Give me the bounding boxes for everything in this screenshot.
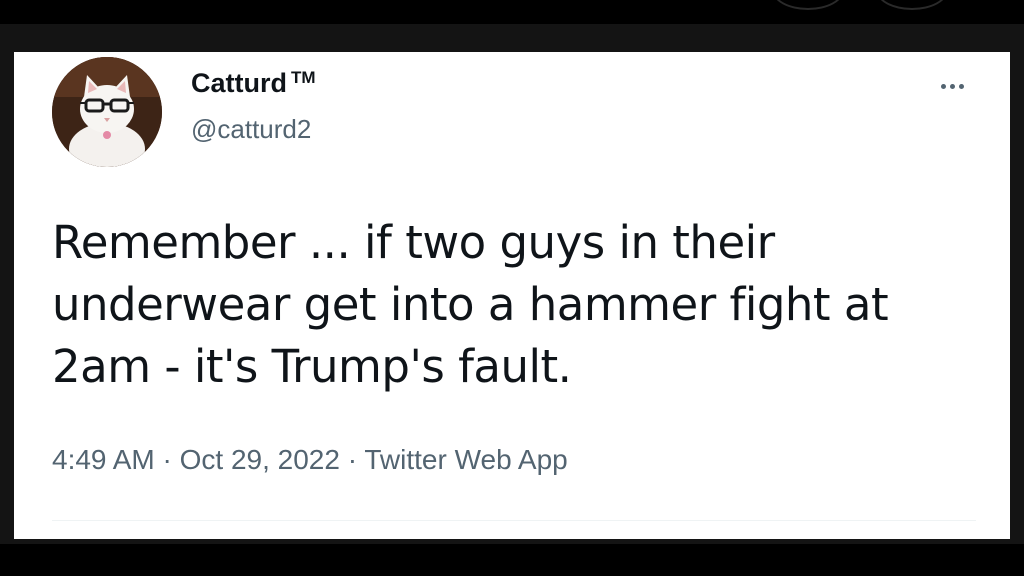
tweet-text-line: Remember ... if two guys in their: [52, 216, 775, 269]
divider: [52, 520, 976, 521]
tweet-time[interactable]: 4:49 AM: [52, 444, 155, 475]
more-horizontal-icon[interactable]: [932, 76, 972, 96]
avatar[interactable]: [52, 57, 162, 167]
tweet-source[interactable]: Twitter Web App: [364, 444, 567, 475]
tweet-text: Remember ... if two guys in their underw…: [52, 212, 972, 398]
tweet-text-line: 2am - it's Trump's fault.: [52, 340, 572, 393]
bottom-black-bar: [0, 544, 1024, 576]
user-handle[interactable]: @catturd2: [191, 114, 311, 145]
meta-separator: ·: [162, 444, 172, 475]
display-name-text: Catturd: [191, 68, 287, 98]
dot: [958, 83, 964, 89]
display-name[interactable]: Catturd TM: [191, 68, 316, 99]
dot: [940, 83, 946, 89]
meta-separator: ·: [347, 444, 358, 475]
tweet-metadata: 4:49 AM · Oct 29, 2022 · Twitter Web App: [52, 444, 568, 476]
tweet-text-line: underwear get into a hammer fight at: [52, 278, 889, 331]
circle-button-icon: [876, 0, 948, 10]
circle-button-icon: [772, 0, 844, 10]
tweet-date[interactable]: Oct 29, 2022: [180, 444, 340, 475]
tweet-card: Catturd TM @catturd2 Remember ... if two …: [14, 52, 1010, 539]
top-black-bar: [0, 0, 1024, 24]
dot: [949, 83, 955, 89]
trademark-symbol: TM: [291, 68, 316, 87]
cat-avatar-icon: [52, 57, 162, 167]
